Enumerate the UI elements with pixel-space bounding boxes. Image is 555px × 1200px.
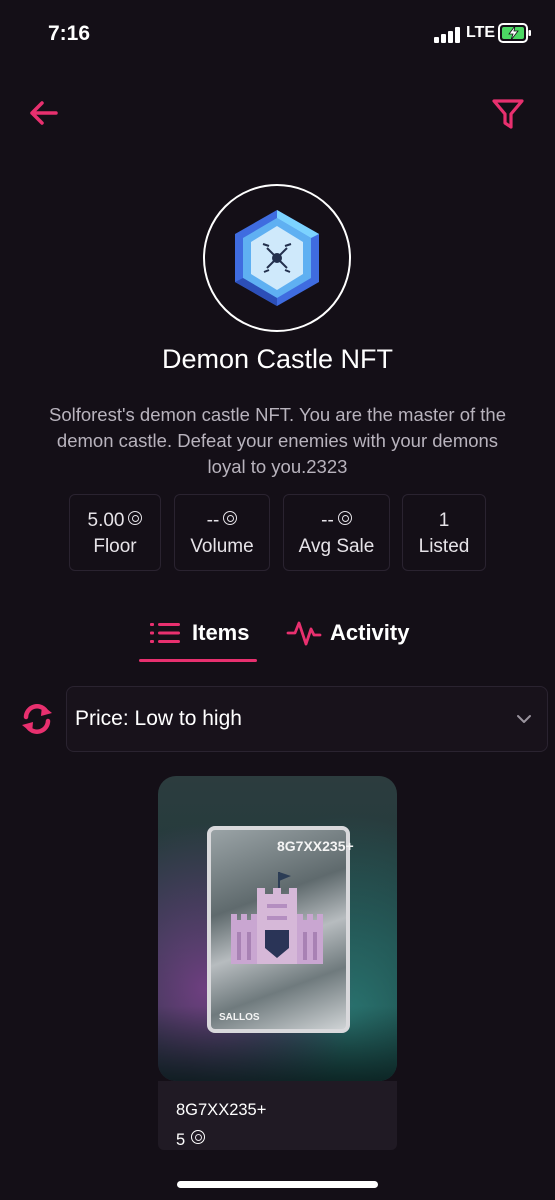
hexagon-gem-icon bbox=[235, 210, 319, 306]
castle-icon bbox=[231, 872, 323, 964]
solana-coin-icon bbox=[128, 511, 143, 525]
stat-volume-label: Volume bbox=[190, 536, 254, 557]
list-icon bbox=[150, 623, 180, 643]
stat-floor-label: Floor bbox=[93, 536, 137, 557]
collection-title: Demon Castle NFT bbox=[161, 344, 394, 374]
tab-items-label: Items bbox=[192, 620, 250, 645]
filter-button[interactable] bbox=[488, 93, 528, 133]
sort-row: Price: Low to high bbox=[0, 686, 555, 752]
collection-description: Solforest's demon castle NFT. You are th… bbox=[48, 404, 507, 477]
nft-price: 5 bbox=[176, 1131, 186, 1149]
stat-listed-label: Listed bbox=[418, 536, 470, 557]
collection-avatar bbox=[203, 184, 351, 332]
network-label: LTE bbox=[466, 24, 496, 41]
solana-coin-icon bbox=[191, 1130, 206, 1144]
active-tab-indicator bbox=[139, 659, 257, 662]
stat-floor: 5.00 Floor bbox=[69, 494, 161, 571]
sort-select[interactable]: Price: Low to high bbox=[66, 686, 548, 752]
solana-coin-icon bbox=[223, 511, 238, 525]
stats-row: 5.00 Floor -- Volume -- Avg Sale 1 Liste… bbox=[0, 494, 555, 571]
activity-pulse-icon bbox=[286, 621, 322, 646]
refresh-button[interactable] bbox=[20, 702, 54, 736]
refresh-icon bbox=[22, 704, 52, 734]
nft-card-frame: 8G7XX235+ SALLOS bbox=[207, 826, 354, 1033]
stat-volume-value: -- bbox=[206, 510, 220, 531]
arrow-left-icon bbox=[30, 101, 58, 125]
nft-card-overlay-footer: SALLOS bbox=[219, 1012, 260, 1023]
nft-price-row: 5 bbox=[176, 1130, 397, 1150]
tab-activity[interactable]: Activity bbox=[286, 605, 409, 661]
solana-coin-icon bbox=[337, 511, 352, 525]
signal-icon bbox=[434, 27, 462, 43]
status-bar: 7:16 LTE bbox=[0, 0, 555, 70]
nft-image[interactable]: 8G7XX235+ SALLOS bbox=[158, 776, 397, 1081]
sort-selected-label: Price: Low to high bbox=[75, 707, 242, 730]
top-nav bbox=[0, 85, 555, 145]
nft-name: 8G7XX235+ bbox=[176, 1101, 267, 1119]
nft-card-overlay-id: 8G7XX235+ bbox=[277, 838, 354, 854]
stat-floor-value: 5.00 bbox=[87, 510, 125, 531]
nft-card[interactable]: 8G7XX235+ SALLOS 8G7XX235+ 5 bbox=[158, 776, 397, 1150]
chevron-down-icon bbox=[517, 715, 531, 723]
stat-avg-sale: -- Avg Sale bbox=[283, 494, 390, 571]
stat-avg-sale-value: -- bbox=[321, 510, 334, 531]
back-button[interactable] bbox=[24, 93, 64, 133]
status-time: 7:16 bbox=[48, 22, 91, 45]
stat-avg-sale-label: Avg Sale bbox=[298, 536, 375, 557]
battery-charging-icon bbox=[498, 23, 532, 43]
tab-bar: Items Activity bbox=[0, 605, 555, 665]
filter-icon bbox=[492, 99, 524, 129]
home-indicator[interactable] bbox=[177, 1181, 378, 1188]
tab-activity-label: Activity bbox=[330, 620, 410, 645]
stat-listed-value: 1 bbox=[438, 510, 450, 531]
stat-volume: -- Volume bbox=[174, 494, 270, 571]
nft-info: 8G7XX235+ 5 bbox=[158, 1081, 397, 1150]
stat-listed: 1 Listed bbox=[402, 494, 486, 571]
tab-items[interactable]: Items bbox=[150, 605, 249, 661]
